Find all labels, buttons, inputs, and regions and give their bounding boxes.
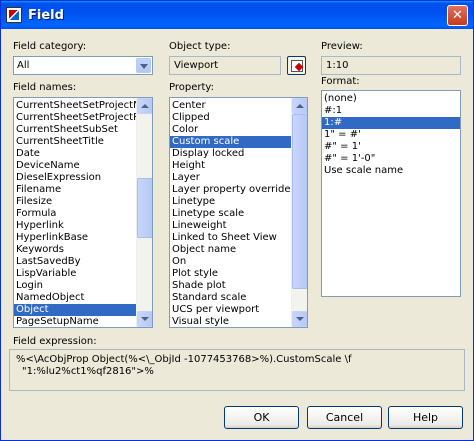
list-item[interactable]: Object name <box>170 244 291 256</box>
list-item[interactable]: Date <box>14 148 136 160</box>
list-item[interactable]: NamedObject <box>14 292 136 304</box>
list-item[interactable]: (none) <box>322 93 460 105</box>
field-expression-line-2: "1:%lu2%ct1%qf2816">% <box>22 366 154 377</box>
list-item[interactable]: UCS per viewport <box>170 304 291 316</box>
list-item[interactable]: Color <box>170 124 291 136</box>
list-item[interactable]: Login <box>14 280 136 292</box>
list-item[interactable]: Display locked <box>170 148 291 160</box>
list-item[interactable]: Layer property overrides <box>170 184 296 196</box>
list-item[interactable]: Hyperlink <box>14 220 136 232</box>
object-type-field: Viewport <box>169 56 281 75</box>
field-names-label: Field names: <box>13 82 77 93</box>
list-item[interactable]: #" = 1' <box>322 141 460 153</box>
list-item[interactable]: LispVariable <box>14 268 136 280</box>
select-object-button[interactable] <box>287 56 306 75</box>
list-item[interactable]: Filename <box>14 184 136 196</box>
list-item[interactable]: CurrentSheetTitle <box>14 136 136 148</box>
field-category-dropdown[interactable]: All <box>13 56 153 75</box>
chevron-down-icon[interactable] <box>136 58 151 73</box>
preview-field: 1:10 <box>321 56 461 75</box>
scroll-up-icon[interactable] <box>137 98 152 114</box>
property-label: Property: <box>169 82 214 93</box>
list-item[interactable]: 1:# <box>322 117 460 129</box>
list-item[interactable]: Keywords <box>14 244 136 256</box>
list-item[interactable]: Shade plot <box>170 280 291 292</box>
field-names-scrollbar[interactable] <box>136 98 152 327</box>
list-item[interactable]: CurrentSheetSetProjectNu <box>14 100 147 112</box>
list-item[interactable]: CurrentSheetSetProjectPh <box>14 112 145 124</box>
list-item[interactable]: PageSetupName <box>14 316 136 327</box>
list-item[interactable]: Filesize <box>14 196 136 208</box>
field-category-value: All <box>17 60 30 71</box>
autocad-app-icon <box>6 7 22 23</box>
list-item[interactable]: CurrentSheetSubSet <box>14 124 136 136</box>
format-label: Format: <box>321 76 360 87</box>
list-item[interactable]: Visual style <box>170 316 291 327</box>
object-type-value: Viewport <box>174 60 219 71</box>
list-item[interactable]: Plot style <box>170 268 291 280</box>
scroll-down-icon[interactable] <box>292 311 307 327</box>
scroll-down-icon[interactable] <box>137 311 152 327</box>
field-expression-line-1: %<\AcObjProp Object(%<\_ObjId -107745376… <box>16 354 352 365</box>
list-item[interactable]: Linked to Sheet View <box>170 232 291 244</box>
list-item[interactable]: DieselExpression <box>14 172 136 184</box>
field-expression-label: Field expression: <box>13 336 97 347</box>
field-expression-box[interactable]: %<\AcObjProp Object(%<\_ObjId -107745376… <box>9 349 465 391</box>
list-item[interactable]: LastSavedBy <box>14 256 136 268</box>
list-item[interactable]: On <box>170 256 291 268</box>
property-list[interactable]: Center Clipped Color Custom scale Display lo… <box>169 97 308 328</box>
scroll-up-icon[interactable] <box>292 98 307 114</box>
list-item[interactable]: Center <box>170 100 291 112</box>
list-item[interactable]: Linetype <box>170 196 291 208</box>
list-item[interactable]: #:1 <box>322 105 460 117</box>
preview-value: 1:10 <box>326 60 349 71</box>
property-scrollbar[interactable] <box>291 98 307 327</box>
scroll-thumb[interactable] <box>137 178 152 238</box>
list-item[interactable]: Lineweight <box>170 220 291 232</box>
list-item[interactable]: Clipped <box>170 112 291 124</box>
window-title: Field <box>28 7 64 23</box>
field-category-label: Field category: <box>13 41 87 52</box>
field-names-list[interactable]: CurrentSheetSetProjectNu CurrentSheetSetP… <box>13 97 153 328</box>
ok-button[interactable]: OK <box>224 406 299 429</box>
list-item[interactable]: #" = 1'-0" <box>322 153 460 165</box>
title-bar[interactable]: Field ✕ <box>1 1 473 29</box>
list-item[interactable]: Layer <box>170 172 291 184</box>
scroll-thumb[interactable] <box>292 114 307 289</box>
list-item[interactable]: Object <box>14 304 136 316</box>
list-item[interactable]: Height <box>170 160 291 172</box>
list-item[interactable]: Standard scale <box>170 292 291 304</box>
format-list[interactable]: (none) #:1 1:# 1" = #' #" = 1' #" = 1'-0" Use … <box>321 90 461 297</box>
list-item[interactable]: 1" = #' <box>322 129 460 141</box>
help-button[interactable]: Help <box>388 406 463 429</box>
object-type-label: Object type: <box>169 41 231 52</box>
list-item[interactable]: Custom scale <box>170 136 291 148</box>
preview-label: Preview: <box>321 41 363 52</box>
cancel-button[interactable]: Cancel <box>307 406 382 429</box>
list-item[interactable]: Formula <box>14 208 136 220</box>
list-item[interactable]: Linetype scale <box>170 208 291 220</box>
close-button[interactable]: ✕ <box>447 5 468 26</box>
list-item[interactable]: DeviceName <box>14 160 136 172</box>
field-dialog: Field ✕ Field category: All Field names:… <box>0 0 474 441</box>
list-item[interactable]: HyperlinkBase <box>14 232 136 244</box>
list-item[interactable]: Use scale name <box>322 165 460 177</box>
